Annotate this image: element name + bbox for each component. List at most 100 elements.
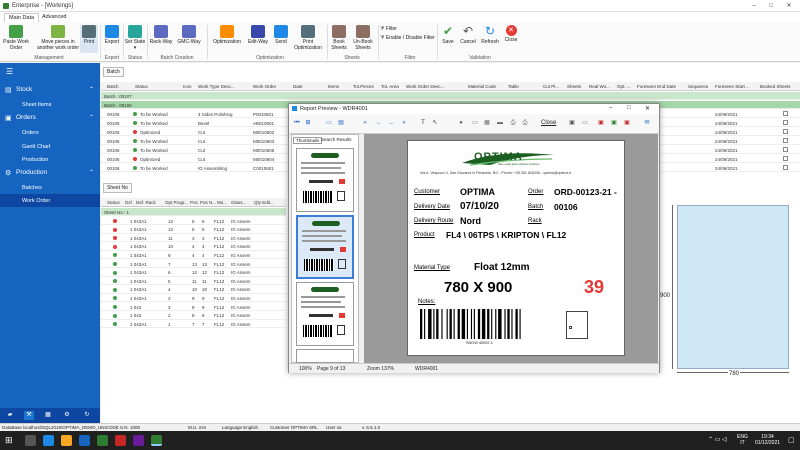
table-row[interactable]: 1 043A1 1 7 7 FL12 IG Assem bbox=[101, 320, 286, 329]
booked-sheets-checkbox[interactable] bbox=[783, 111, 788, 116]
zoom-icon[interactable]: ▭ bbox=[471, 119, 479, 127]
sheet-group-row[interactable]: Sheet No : 1 bbox=[101, 208, 286, 216]
network-icon[interactable]: ⌃ ▭ ◁ bbox=[708, 436, 727, 443]
sidebar-section-orders[interactable]: ▣ Orders ⌃ bbox=[0, 111, 100, 125]
batch-group-row[interactable]: Batch : 00107 bbox=[101, 92, 800, 100]
language-indicator[interactable]: ENG IT bbox=[737, 434, 748, 446]
sidebar-item-production[interactable]: Production bbox=[0, 153, 100, 166]
page-setup-icon[interactable]: ▤ bbox=[337, 119, 345, 127]
gear-icon[interactable]: ⚙ bbox=[62, 411, 72, 420]
print-icon[interactable]: ⎙ bbox=[509, 119, 517, 127]
close-button[interactable]: ✕ Close bbox=[503, 25, 519, 44]
booked-sheets-checkbox[interactable] bbox=[783, 138, 788, 143]
refresh-icon[interactable]: ↻ bbox=[82, 411, 92, 420]
page-thumbnail-selected[interactable] bbox=[296, 215, 354, 279]
filter-button[interactable]: ⧩ Filter bbox=[380, 26, 397, 32]
table-row[interactable]: 1 043 3 9 9 FL12 IG Assem bbox=[101, 303, 286, 311]
sidebar-item-sheet-items[interactable]: Sheet Items bbox=[0, 98, 100, 111]
send-button[interactable]: Send bbox=[272, 25, 290, 46]
sidebar-item-orders[interactable]: Orders bbox=[0, 126, 100, 139]
move-pieces-button[interactable]: Move pieces in another work order bbox=[36, 25, 80, 51]
tab-search-results[interactable]: Search Results bbox=[321, 137, 352, 142]
print-optimization-button[interactable]: Print Optimization bbox=[291, 25, 325, 51]
circle-icon[interactable]: ● bbox=[457, 119, 465, 127]
table-row[interactable]: 1 043A1 4 10 10 FL12 IG Assem bbox=[101, 286, 286, 294]
table-row[interactable]: 1 043A1 11 3 3 FL12 IG Assem bbox=[101, 234, 286, 243]
edge-icon[interactable] bbox=[43, 435, 54, 446]
booked-sheets-checkbox[interactable] bbox=[783, 147, 788, 152]
table-row[interactable]: 1 043A1 10 4 4 FL12 IG Assem bbox=[101, 243, 286, 251]
paste-work-order-button[interactable]: Paste Work Order bbox=[3, 25, 29, 51]
export-button[interactable]: Export bbox=[102, 25, 122, 46]
table-row[interactable]: 1 043A1 3 9 9 FL12 IG Assem bbox=[101, 294, 286, 303]
page-icon[interactable]: ⊞ bbox=[304, 119, 312, 127]
next-page-icon[interactable]: → bbox=[387, 119, 395, 127]
table-row[interactable]: 1 043A1 5 11 11 FL12 IG Assem bbox=[101, 277, 286, 286]
booked-sheets-checkbox[interactable] bbox=[783, 156, 788, 161]
menu-icon[interactable]: ☰ bbox=[6, 67, 13, 76]
group-by-sheet-chip[interactable]: Sheet No bbox=[103, 183, 132, 193]
table-row[interactable]: 1 043A1 6 12 12 FL12 IG Assem bbox=[101, 269, 286, 277]
tab-advanced[interactable]: Advanced bbox=[38, 13, 70, 22]
un-book-sheets-button[interactable]: Un-Book Sheets bbox=[350, 25, 376, 51]
task-view-icon[interactable] bbox=[25, 435, 36, 446]
page-thumbnail[interactable] bbox=[296, 282, 354, 346]
sidebar-item-batches[interactable]: Batches bbox=[0, 181, 100, 194]
windows-start-icon[interactable]: ⊞ bbox=[5, 435, 13, 446]
open-icon[interactable]: ▭ bbox=[325, 119, 333, 127]
notification-icon[interactable]: ▢ bbox=[788, 436, 795, 444]
text-icon[interactable]: T bbox=[419, 119, 427, 127]
maximize-button[interactable]: □ bbox=[627, 105, 631, 111]
minimize-button[interactable]: – bbox=[748, 2, 760, 10]
booked-sheets-checkbox[interactable] bbox=[783, 120, 788, 125]
optimization-button[interactable]: Optimization bbox=[210, 25, 244, 46]
rack-way-button[interactable]: Rack-Way bbox=[148, 25, 174, 46]
table-row[interactable]: 1 043 2 8 8 FL12 IG Assem bbox=[101, 312, 286, 320]
save-button[interactable]: ✔ Save bbox=[440, 25, 456, 46]
book-sheets-button[interactable]: Book Sheets bbox=[330, 25, 348, 51]
page-thumbnail[interactable] bbox=[296, 349, 354, 363]
sidebar-item-gantt-chart[interactable]: Gantt Chart bbox=[0, 140, 100, 153]
edit-way-button[interactable]: Edit-Way bbox=[246, 25, 270, 46]
table-row[interactable]: 1 043A1 12 5 5 FL12 IG Assem bbox=[101, 226, 286, 234]
enable-disable-filter-button[interactable]: ⧩ Enable / Disable Filter bbox=[380, 35, 435, 41]
minimize-button[interactable]: – bbox=[609, 105, 612, 111]
save-icon[interactable]: ▣ bbox=[568, 119, 576, 127]
folder-icon[interactable]: ▰ bbox=[5, 411, 15, 420]
tab-main-data[interactable]: Main Data bbox=[4, 13, 40, 22]
app-icon[interactable] bbox=[115, 435, 126, 446]
tab-thumbnails[interactable]: Thumbnails bbox=[293, 137, 323, 144]
page-width-icon[interactable]: ▬ bbox=[496, 119, 504, 127]
refresh-button[interactable]: ↻ Refresh bbox=[480, 25, 500, 46]
cursor-icon[interactable]: ↖ bbox=[431, 119, 439, 127]
pdf-icon[interactable]: ▣ bbox=[597, 119, 605, 127]
booked-sheets-checkbox[interactable] bbox=[783, 129, 788, 134]
app-icon[interactable] bbox=[133, 435, 144, 446]
app-icon[interactable] bbox=[79, 435, 90, 446]
production-icon[interactable]: ⚒ bbox=[24, 411, 34, 420]
export-icon[interactable]: ▣ bbox=[623, 119, 631, 127]
first-page-icon[interactable]: « bbox=[361, 119, 369, 127]
last-page-icon[interactable]: » bbox=[400, 119, 408, 127]
email-icon[interactable]: ✉ bbox=[643, 119, 651, 127]
sidebar-section-stock[interactable]: ▤ Stock ⌃ bbox=[0, 83, 100, 97]
table-row[interactable]: 1 043A1 12 6 6 FL12 IG Assem bbox=[101, 217, 286, 225]
table-row[interactable]: 1 043A1 7 13 13 FL12 IG Assem bbox=[101, 260, 286, 268]
print-button[interactable]: Print bbox=[80, 25, 98, 53]
sidebar-item-work-order[interactable]: Work Order bbox=[0, 194, 100, 207]
table-row[interactable]: 1 043A1 9 4 4 FL12 IG Assem bbox=[101, 251, 286, 260]
close-window-button[interactable]: ✕ bbox=[783, 2, 795, 10]
previous-page-icon[interactable]: ← bbox=[375, 119, 383, 127]
maximize-button[interactable]: □ bbox=[765, 2, 777, 10]
open-file-icon[interactable]: ▭ bbox=[581, 119, 589, 127]
cancel-button[interactable]: ↶ Cancel bbox=[459, 25, 477, 46]
multipage-icon[interactable]: ▦ bbox=[483, 119, 491, 127]
close-preview-button[interactable]: Close bbox=[541, 120, 556, 126]
file-explorer-icon[interactable] bbox=[61, 435, 72, 446]
close-window-button[interactable]: ✕ bbox=[645, 105, 650, 112]
sidebar-section-production[interactable]: ⚙ Production ⌃ bbox=[0, 166, 100, 180]
clock[interactable]: 19:34 01/12/2021 bbox=[755, 434, 780, 446]
app-icon[interactable] bbox=[97, 435, 108, 446]
excel-icon[interactable]: ▣ bbox=[610, 119, 618, 127]
enterprise-app-icon[interactable] bbox=[151, 435, 162, 446]
